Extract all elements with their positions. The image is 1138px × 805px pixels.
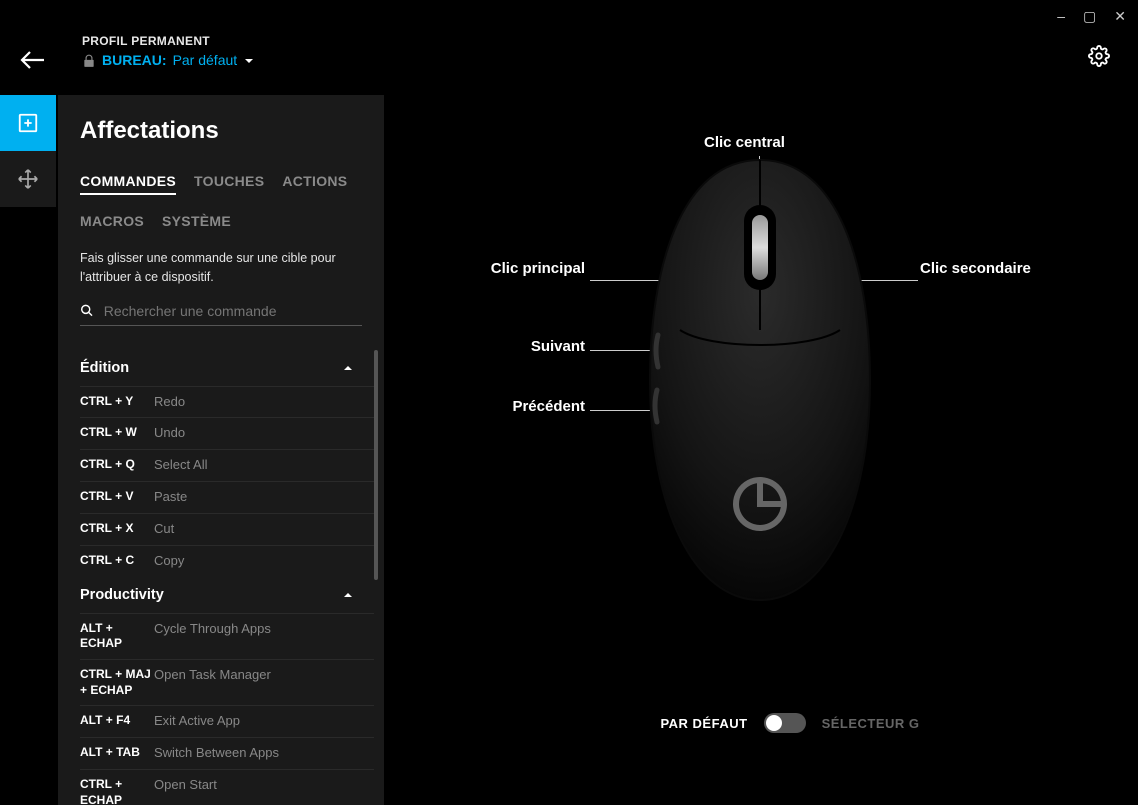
tab-commandes[interactable]: COMMANDES [80, 173, 176, 195]
command-name: Paste [154, 489, 187, 506]
toggle-knob [766, 715, 782, 731]
section-header-productivity[interactable]: Productivity [80, 577, 374, 613]
arrow-left-icon [20, 50, 46, 70]
command-row[interactable]: CTRL + WUndo [80, 417, 374, 449]
lock-icon [82, 54, 96, 68]
tab-systeme[interactable]: SYSTÈME [162, 213, 231, 229]
device-view: Clic central Clic principal Clic seconda… [420, 120, 1100, 680]
profile-label: PROFIL PERMANENT [82, 32, 255, 50]
chevron-down-icon [243, 55, 255, 67]
profile-selector[interactable]: BUREAU: Par défaut [82, 50, 255, 71]
scrollbar[interactable] [374, 350, 378, 580]
label-secondary-click: Clic secondaire [920, 260, 1031, 277]
command-row[interactable]: ALT + TABSwitch Between Apps [80, 737, 374, 769]
command-key: CTRL + W [80, 425, 154, 441]
command-key: CTRL + ECHAP [80, 777, 154, 805]
command-name: Cycle Through Apps [154, 621, 271, 638]
command-name: Redo [154, 394, 185, 411]
nav-column [0, 95, 56, 207]
nav-assignments[interactable] [0, 95, 56, 151]
label-center-click: Clic central [704, 134, 785, 151]
mode-toggle-row: PAR DÉFAUT SÉLECTEUR G [580, 713, 1000, 733]
mouse-illustration [640, 150, 880, 610]
command-name: Open Start [154, 777, 217, 794]
search-icon [80, 303, 94, 318]
section-title: Productivity [80, 587, 164, 603]
gear-icon [1088, 45, 1110, 67]
maximize-button[interactable]: ▢ [1083, 8, 1096, 22]
toggle-label-default: PAR DÉFAUT [660, 716, 747, 731]
instruction-text: Fais glisser une commande sur une cible … [80, 249, 384, 287]
command-name: Switch Between Apps [154, 745, 279, 762]
window-controls: – ▢ ✕ [1045, 0, 1138, 30]
tab-touches[interactable]: TOUCHES [194, 173, 264, 195]
command-row[interactable]: CTRL + VPaste [80, 481, 374, 513]
assignments-panel: Affectations COMMANDES TOUCHES ACTIONS M… [58, 95, 384, 805]
command-name: Undo [154, 425, 185, 442]
command-row[interactable]: CTRL + QSelect All [80, 449, 374, 481]
command-key: CTRL + MAJ + ECHAP [80, 667, 154, 698]
command-key: CTRL + Y [80, 394, 154, 410]
command-key: ALT + TAB [80, 745, 154, 761]
command-key: ALT + ECHAP [80, 621, 154, 652]
profile-name: BUREAU: [102, 50, 167, 71]
command-key: CTRL + C [80, 553, 154, 569]
toggle-label-gselector: SÉLECTEUR G [822, 716, 920, 731]
mode-toggle[interactable] [764, 713, 806, 733]
command-row[interactable]: CTRL + ECHAPOpen Start [80, 769, 374, 805]
minimize-button[interactable]: – [1057, 8, 1065, 22]
command-row[interactable]: ALT + F4Exit Active App [80, 705, 374, 737]
command-name: Copy [154, 553, 184, 570]
move-icon [17, 168, 39, 190]
command-row[interactable]: CTRL + CCopy [80, 545, 374, 577]
command-name: Open Task Manager [154, 667, 271, 684]
command-name: Exit Active App [154, 713, 240, 730]
chevron-up-icon [342, 589, 354, 601]
search-input[interactable] [104, 303, 362, 319]
profile-header: PROFIL PERMANENT BUREAU: Par défaut [82, 32, 255, 71]
command-row[interactable]: CTRL + XCut [80, 513, 374, 545]
close-button[interactable]: ✕ [1114, 8, 1126, 22]
settings-button[interactable] [1088, 45, 1110, 72]
nav-sensitivity[interactable] [0, 151, 56, 207]
label-forward: Suivant [480, 338, 585, 355]
chevron-up-icon [342, 362, 354, 374]
command-key: CTRL + X [80, 521, 154, 537]
command-row[interactable]: ALT + ECHAPCycle Through Apps [80, 613, 374, 659]
command-row[interactable]: CTRL + MAJ + ECHAPOpen Task Manager [80, 659, 374, 705]
command-name: Select All [154, 457, 207, 474]
back-button[interactable] [20, 50, 46, 75]
command-list: Édition CTRL + YRedo CTRL + WUndo CTRL +… [80, 350, 384, 805]
search-row [80, 303, 362, 326]
command-key: ALT + F4 [80, 713, 154, 729]
profile-sub: Par défaut [173, 50, 238, 71]
category-tabs: COMMANDES TOUCHES ACTIONS MACROS SYSTÈME [80, 173, 384, 229]
plus-icon [17, 112, 39, 134]
section-title: Édition [80, 360, 129, 376]
section-header-edition[interactable]: Édition [80, 350, 374, 386]
label-back: Précédent [480, 398, 585, 415]
tab-macros[interactable]: MACROS [80, 213, 144, 229]
command-key: CTRL + V [80, 489, 154, 505]
command-key: CTRL + Q [80, 457, 154, 473]
command-name: Cut [154, 521, 174, 538]
label-primary-click: Clic principal [480, 260, 585, 277]
command-row[interactable]: CTRL + YRedo [80, 386, 374, 418]
panel-title: Affectations [80, 117, 384, 145]
tab-actions[interactable]: ACTIONS [282, 173, 347, 195]
